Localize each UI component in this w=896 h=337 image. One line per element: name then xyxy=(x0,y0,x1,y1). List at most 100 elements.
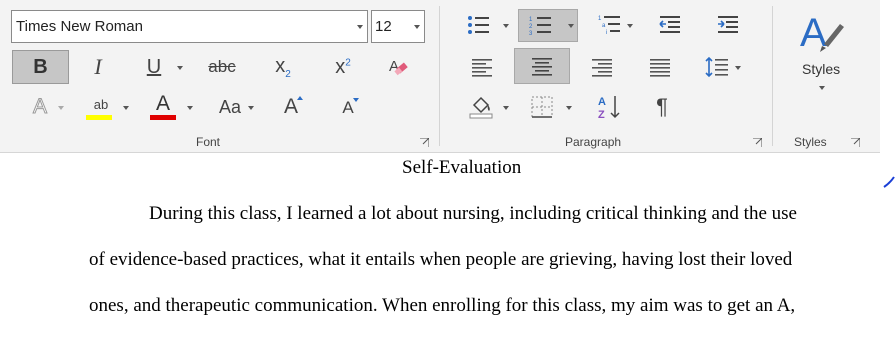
paragraph-group-label: Paragraph xyxy=(565,135,622,149)
line-spacing-icon xyxy=(705,56,728,78)
text-effects-icon: A xyxy=(32,95,47,119)
increase-indent-icon xyxy=(718,16,738,33)
align-left-icon xyxy=(472,59,492,77)
paragraph-line: ones, and therapeutic communication. Whe… xyxy=(89,295,796,316)
highlight-button[interactable]: ab xyxy=(86,93,116,115)
font-group-label: Font xyxy=(196,135,221,149)
underline-dropdown-icon[interactable] xyxy=(177,66,183,70)
font-dialog-launcher-icon[interactable] xyxy=(420,138,429,147)
svg-text:1: 1 xyxy=(598,16,602,22)
strikethrough-icon: abc xyxy=(208,57,236,76)
show-formatting-button[interactable]: ¶ xyxy=(648,92,676,122)
chevron-down-icon[interactable] xyxy=(357,25,363,29)
multilevel-dropdown-icon[interactable] xyxy=(627,24,633,28)
paint-bucket-icon xyxy=(469,96,493,119)
svg-text:A: A xyxy=(598,96,606,108)
styles-button[interactable]: A Styles xyxy=(788,6,856,98)
multilevel-list-icon: 1 a i xyxy=(598,16,620,36)
clear-formatting-button[interactable]: A xyxy=(385,52,413,82)
numbering-dropdown-icon[interactable] xyxy=(568,24,574,28)
borders-button[interactable] xyxy=(529,94,555,120)
change-case-dropdown-icon[interactable] xyxy=(248,106,254,110)
grow-font-button[interactable]: A xyxy=(276,93,306,121)
font-color-button[interactable]: A xyxy=(150,92,176,116)
text-effects-button[interactable]: A xyxy=(28,93,52,121)
bullets-icon xyxy=(468,16,489,34)
font-name-combo[interactable]: Times New Roman xyxy=(11,10,368,43)
align-right-icon xyxy=(592,59,612,77)
svg-text:a: a xyxy=(602,23,606,29)
numbering-button[interactable]: 1 2 3 xyxy=(518,9,578,42)
styles-group-label: Styles xyxy=(794,135,827,149)
font-color-dropdown-icon[interactable] xyxy=(187,106,193,110)
paragraph-line: of evidence-based practices, what it ent… xyxy=(89,249,793,270)
font-size-value: 12 xyxy=(375,18,392,35)
pilcrow-icon: ¶ xyxy=(656,94,668,119)
shrink-font-button[interactable]: A xyxy=(334,95,362,121)
ribbon: Times New Roman 12 B I U abc x2 x2 A A a… xyxy=(0,0,880,153)
shrink-font-icon: A xyxy=(342,98,354,117)
superscript-icon: x2 xyxy=(335,55,351,78)
ink-stroke-icon xyxy=(883,176,895,188)
svg-text:3: 3 xyxy=(529,31,533,37)
font-name-value: Times New Roman xyxy=(16,18,143,35)
chevron-down-icon[interactable] xyxy=(414,25,420,29)
superscript-button[interactable]: x2 xyxy=(328,52,358,82)
styles-dialog-launcher-icon[interactable] xyxy=(851,138,860,147)
caret-down-icon xyxy=(353,98,359,102)
highlighter-icon: ab xyxy=(93,96,109,112)
styles-icon: A xyxy=(800,11,844,54)
font-color-bar xyxy=(150,115,176,120)
paragraph-dialog-launcher-icon[interactable] xyxy=(753,138,762,147)
svg-text:1: 1 xyxy=(529,17,533,23)
grow-font-icon: A xyxy=(283,95,298,118)
sort-button[interactable]: A Z xyxy=(595,92,625,122)
styles-button-label: Styles xyxy=(802,61,841,77)
subscript-button[interactable]: x2 xyxy=(268,52,298,82)
font-color-icon: A xyxy=(155,92,170,115)
line-spacing-button[interactable] xyxy=(703,54,731,80)
underline-icon: U xyxy=(146,55,162,78)
svg-text:Z: Z xyxy=(598,109,605,121)
highlight-dropdown-icon[interactable] xyxy=(123,106,129,110)
justify-button[interactable] xyxy=(646,54,674,80)
justify-icon xyxy=(650,59,670,77)
svg-text:i: i xyxy=(606,30,607,36)
shading-dropdown-icon[interactable] xyxy=(503,106,509,110)
caret-up-icon xyxy=(297,96,303,100)
bold-button[interactable]: B xyxy=(12,50,69,84)
svg-text:2: 2 xyxy=(529,24,533,30)
group-separator xyxy=(772,6,773,146)
text-effects-dropdown-icon[interactable] xyxy=(58,106,64,110)
bold-icon: B xyxy=(33,55,48,78)
paragraph-line: During this class, I learned a lot about… xyxy=(149,203,797,224)
align-right-button[interactable] xyxy=(588,54,616,80)
italic-button[interactable]: I xyxy=(84,52,112,82)
bullets-button[interactable] xyxy=(466,12,492,38)
clear-formatting-icon: A xyxy=(389,58,408,76)
increase-indent-button[interactable] xyxy=(715,12,741,38)
align-center-button[interactable] xyxy=(514,48,570,84)
borders-dropdown-icon[interactable] xyxy=(566,106,572,110)
highlight-color-bar xyxy=(86,115,112,120)
change-case-icon: Aa xyxy=(218,96,242,117)
align-center-icon xyxy=(532,58,552,76)
font-size-combo[interactable]: 12 xyxy=(371,10,425,43)
numbering-icon: 1 2 3 xyxy=(529,16,551,37)
align-left-button[interactable] xyxy=(468,54,496,80)
bullets-dropdown-icon[interactable] xyxy=(503,24,509,28)
underline-button[interactable]: U xyxy=(140,52,168,82)
subscript-icon: x2 xyxy=(275,54,291,80)
decrease-indent-button[interactable] xyxy=(657,12,683,38)
document-page[interactable]: Self-Evaluation During this class, I lea… xyxy=(0,153,896,337)
document-title: Self-Evaluation xyxy=(402,157,522,178)
multilevel-list-button[interactable]: 1 a i xyxy=(597,12,623,38)
italic-icon: I xyxy=(94,54,102,79)
strikethrough-button[interactable]: abc xyxy=(204,52,240,82)
decrease-indent-icon xyxy=(659,16,680,33)
shading-button[interactable] xyxy=(466,92,496,120)
borders-icon xyxy=(531,96,553,118)
change-case-button[interactable]: Aa xyxy=(215,93,245,121)
line-spacing-dropdown-icon[interactable] xyxy=(735,66,741,70)
styles-dropdown-icon[interactable] xyxy=(819,86,825,90)
